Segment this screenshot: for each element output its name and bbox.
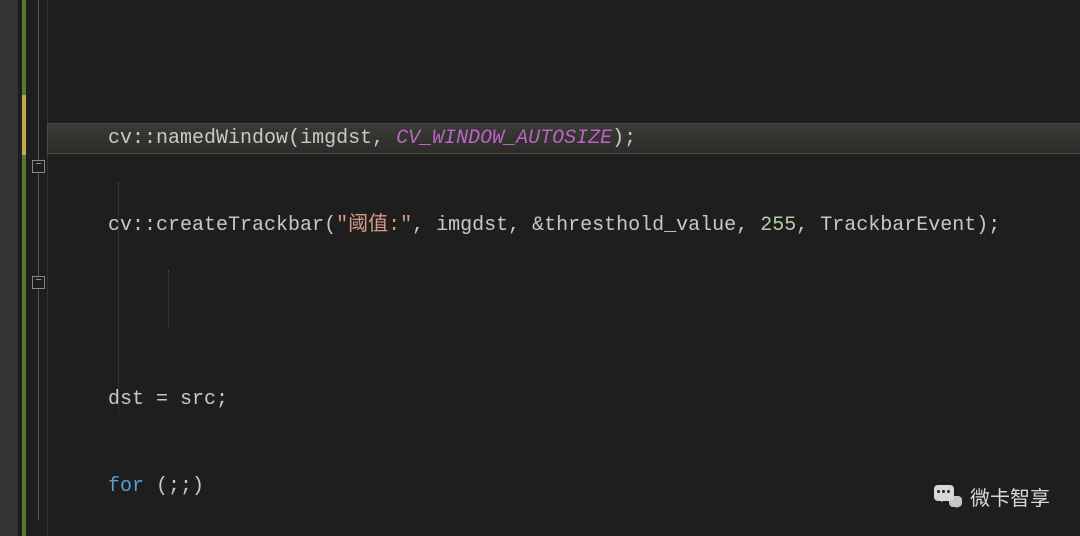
fold-toggle-if[interactable]: − — [32, 276, 45, 289]
code-line-blank[interactable] — [48, 298, 1080, 327]
indent-guide — [118, 182, 119, 414]
code-line[interactable]: dst = src; — [48, 385, 1080, 414]
change-bar-saved — [22, 0, 26, 536]
change-margin — [19, 0, 29, 536]
fold-margin: − − — [29, 0, 48, 536]
fold-toggle-for[interactable]: − — [32, 160, 45, 173]
code-line[interactable]: cv::createTrackbar("阈值:", imgdst, &thres… — [48, 211, 1080, 240]
code-area[interactable]: cv::namedWindow(imgdst, CV_WINDOW_AUTOSI… — [48, 0, 1080, 536]
code-editor: − − cv::namedWindow(imgdst, CV_WINDOW_AU… — [0, 0, 1080, 536]
fold-guide — [38, 0, 39, 520]
outline-margin — [0, 0, 19, 536]
change-bar-modified — [22, 95, 26, 155]
indent-guide — [168, 270, 169, 328]
code-line[interactable]: for (;;) — [48, 472, 1080, 501]
code-line[interactable]: cv::namedWindow(imgdst, CV_WINDOW_AUTOSI… — [48, 124, 1080, 153]
